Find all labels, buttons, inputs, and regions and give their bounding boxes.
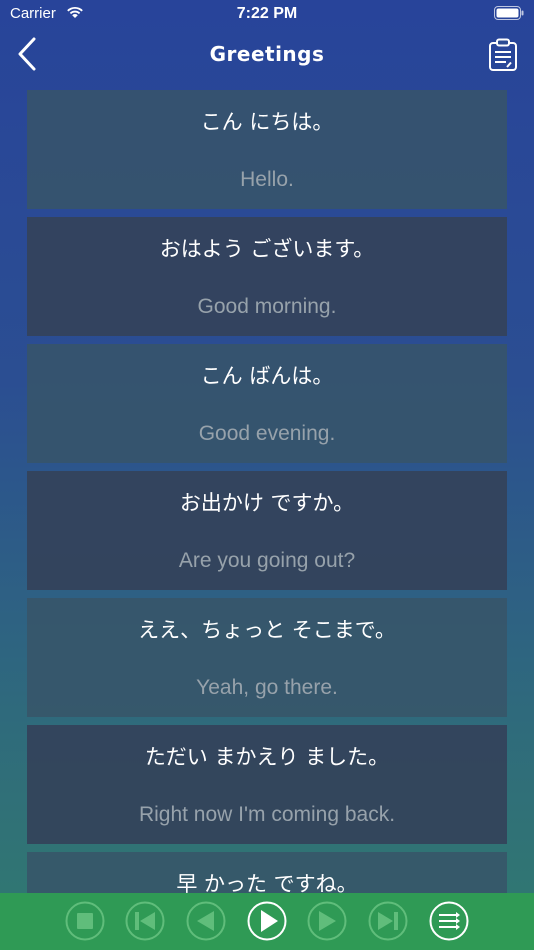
phrase-card[interactable]: お出かけ ですか。 Are you going out? (27, 471, 507, 590)
english-translation: Yeah, go there. (196, 676, 338, 699)
phrase-card[interactable]: こん ばんは。 Good evening. (27, 344, 507, 463)
phrase-card[interactable]: こん にちは。 Hello. (27, 90, 507, 209)
english-translation: Hello. (240, 168, 294, 191)
skip-to-end-icon[interactable] (368, 901, 408, 941)
skip-to-start-icon[interactable] (125, 901, 165, 941)
phrase-card[interactable]: ただい まかえり ました。 Right now I'm coming back. (27, 725, 507, 844)
japanese-text: ただい まかえり ました。 (144, 745, 390, 769)
clipboard-icon[interactable] (488, 38, 518, 72)
page-title: Greetings (209, 42, 325, 66)
phrase-card[interactable]: おはよう ございます。 Good morning. (27, 217, 507, 336)
english-translation: Good morning. (197, 295, 337, 318)
next-icon[interactable] (307, 901, 347, 941)
japanese-text: こん ばんは。 (200, 364, 334, 388)
phrase-card[interactable]: 早 かった ですね。 (27, 852, 507, 893)
play-icon[interactable] (247, 901, 287, 941)
japanese-text: おはよう ございます。 (159, 237, 375, 261)
japanese-text: こん にちは。 (200, 110, 334, 134)
status-bar: Carrier 7:22 PM (0, 0, 534, 28)
english-translation: Good evening. (198, 422, 336, 445)
english-translation: Right now I'm coming back. (138, 803, 396, 826)
clock: 7:22 PM (236, 5, 298, 22)
japanese-text: 早 かった ですね。 (176, 872, 358, 893)
phrase-list[interactable]: こん にちは。 Hello. おはよう ございます。 Good morning.… (27, 90, 507, 893)
app-screen: Carrier 7:22 PM Greetings こん にちは。 Hello.… (0, 0, 534, 950)
stop-icon[interactable] (65, 901, 105, 941)
battery-icon (494, 6, 524, 20)
japanese-text: ええ、ちょっと そこまで。 (138, 618, 396, 642)
playlist-icon[interactable] (429, 901, 469, 941)
japanese-text: お出かけ ですか。 (179, 491, 355, 515)
player-controls (0, 893, 534, 950)
previous-icon[interactable] (186, 901, 226, 941)
english-translation: Are you going out? (178, 549, 356, 572)
navigation-bar: Greetings (0, 28, 534, 82)
phrase-card[interactable]: ええ、ちょっと そこまで。 Yeah, go there. (27, 598, 507, 717)
